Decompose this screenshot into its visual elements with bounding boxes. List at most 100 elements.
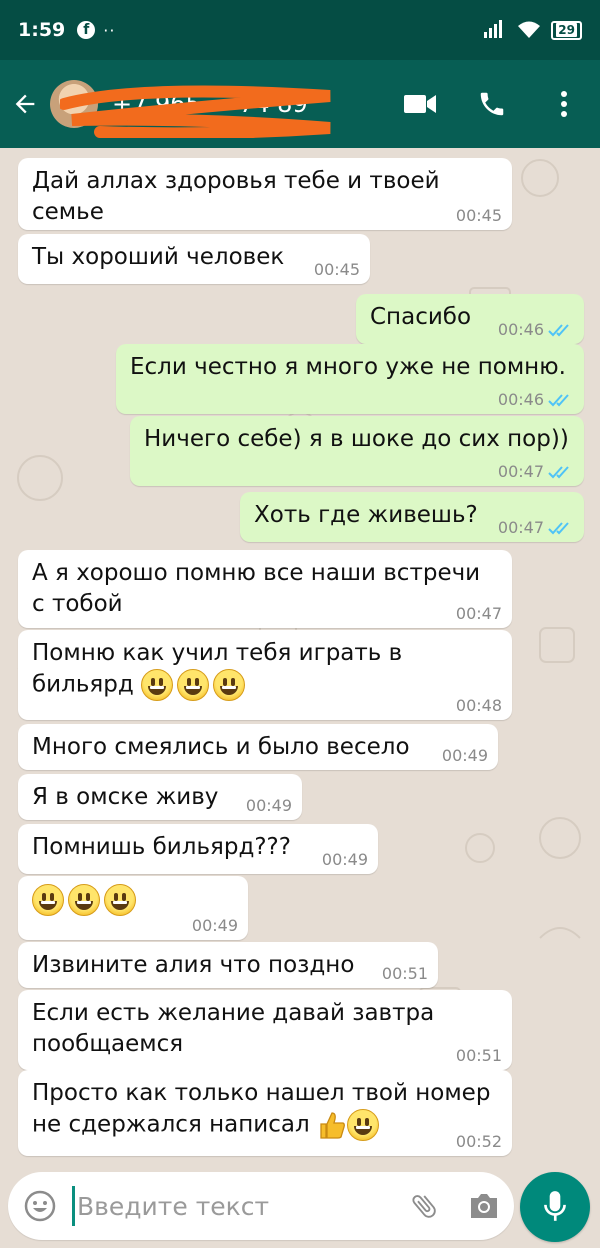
message-meta: 00:51 <box>382 966 428 982</box>
message-text: Помню как учил тебя играть в бильярд <box>32 638 498 701</box>
message-meta: 00:49 <box>442 748 488 764</box>
message-time: 00:48 <box>455 696 502 715</box>
notification-dots: ·· <box>103 20 116 40</box>
message-time: 00:47 <box>497 462 544 481</box>
signal-icon <box>484 20 503 38</box>
message-time: 00:46 <box>497 390 544 409</box>
message-input[interactable] <box>72 1186 394 1226</box>
message-text: Помнишь бильярд??? <box>32 834 291 860</box>
message-meta: 00:47 <box>498 520 574 536</box>
status-right: 29 <box>483 20 582 40</box>
message-text: Ничего себе) я в шоке до сих пор)) <box>144 426 569 452</box>
read-ticks-icon <box>548 394 569 407</box>
battery-icon: 29 <box>551 20 582 40</box>
message-meta: 00:51 <box>456 1048 502 1064</box>
message-meta: 00:45 <box>456 208 502 224</box>
message-text: Если есть желание давай завтра пообщаемс… <box>32 1000 435 1057</box>
phone-icon <box>480 92 504 116</box>
grinning-face-emoji <box>213 669 246 701</box>
input-bar <box>0 1168 600 1248</box>
message-meta: 00:45 <box>314 262 360 278</box>
incoming-message[interactable]: 00:49 <box>18 876 248 940</box>
paperclip-icon <box>412 1195 436 1218</box>
grinning-face-emoji <box>32 884 64 916</box>
grinning-face-emoji <box>141 669 174 701</box>
message-meta: 00:49 <box>322 852 368 868</box>
grinning-face-emoji <box>104 884 136 916</box>
back-button[interactable] <box>0 60 50 148</box>
message-meta: 00:52 <box>456 1134 502 1150</box>
message-meta: 00:48 <box>456 698 502 714</box>
video-call-button[interactable] <box>384 60 456 148</box>
status-bar: 1:59 f ·· 29 <box>0 0 600 60</box>
message-meta: 00:46 <box>498 392 574 408</box>
thumbs-up-emoji <box>320 1112 345 1139</box>
facebook-icon: f <box>77 21 96 39</box>
incoming-message[interactable]: Если есть желание давай завтра пообщаемс… <box>18 990 512 1070</box>
battery-level: 29 <box>556 22 577 37</box>
message-time: 00:49 <box>441 746 488 765</box>
outgoing-message[interactable]: Ничего себе) я в шоке до сих пор)) 00:47 <box>130 416 584 486</box>
attach-button[interactable] <box>394 1172 454 1240</box>
camera-icon <box>471 1194 497 1218</box>
camera-button[interactable] <box>454 1172 514 1240</box>
redaction-scribble <box>60 85 331 138</box>
more-vert-icon <box>561 91 567 117</box>
message-time: 00:49 <box>245 796 292 815</box>
incoming-message[interactable]: Помнишь бильярд??? 00:49 <box>18 824 378 874</box>
message-text: Ты хороший человек <box>32 244 285 270</box>
grinning-face-emoji <box>177 669 210 701</box>
message-text: Много смеялись и было весело <box>32 734 410 760</box>
outgoing-message[interactable]: Хоть где живешь? 00:47 <box>240 492 584 542</box>
message-text <box>32 884 234 916</box>
chat-area[interactable]: Дай аллах здоровья тебе и твоей семье 00:… <box>0 148 600 1168</box>
message-meta: 00:46 <box>498 322 574 338</box>
incoming-message[interactable]: Извините алия что поздно 00:51 <box>18 942 438 988</box>
message-text: А я хорошо помню все наши встречи с тобо… <box>32 560 481 617</box>
message-text: Извините алия что поздно <box>32 952 355 978</box>
message-time: 00:51 <box>381 964 428 983</box>
message-time: 00:47 <box>455 604 502 623</box>
header-actions <box>384 60 600 148</box>
message-time: 00:49 <box>191 916 238 935</box>
message-time: 00:47 <box>497 518 544 537</box>
arrow-back-icon <box>15 94 35 114</box>
read-ticks-icon <box>548 466 569 479</box>
status-time: 1:59 <box>18 19 66 41</box>
read-ticks-icon <box>548 324 569 337</box>
message-meta: 00:49 <box>246 798 292 814</box>
voice-call-button[interactable] <box>456 60 528 148</box>
microphone-icon <box>544 1191 566 1221</box>
message-time: 00:52 <box>455 1132 502 1151</box>
grinning-face-emoji <box>346 1109 379 1141</box>
compose-box <box>8 1172 514 1240</box>
message-meta: 00:49 <box>192 918 238 934</box>
emoji-icon <box>24 1190 56 1222</box>
incoming-message[interactable]: А я хорошо помню все наши встречи с тобо… <box>18 550 512 628</box>
incoming-message[interactable]: Просто как только нашел твой номер не сд… <box>18 1070 512 1156</box>
incoming-message[interactable]: Ты хороший человек 00:45 <box>18 234 370 284</box>
message-meta: 00:47 <box>456 606 502 622</box>
message-text: Просто как только нашел твой номер не сд… <box>32 1078 498 1141</box>
incoming-message[interactable]: Много смеялись и было весело 00:49 <box>18 724 498 770</box>
mic-button[interactable] <box>520 1172 590 1242</box>
more-options-button[interactable] <box>528 60 600 148</box>
message-time: 00:49 <box>321 850 368 869</box>
outgoing-message[interactable]: Если честно я много уже не помню. 00:46 <box>116 344 584 414</box>
message-text: Если честно я много уже не помню. <box>130 354 566 380</box>
message-time: 00:45 <box>455 206 502 225</box>
read-ticks-icon <box>548 522 569 535</box>
message-text: Дай аллах здоровья тебе и твоей семье <box>32 168 440 225</box>
emoji-button[interactable] <box>8 1172 72 1240</box>
incoming-message[interactable]: Я в омске живу 00:49 <box>18 774 302 820</box>
outgoing-message[interactable]: Спасибо 00:46 <box>356 294 584 344</box>
video-call-icon <box>404 95 436 113</box>
message-time: 00:45 <box>313 260 360 279</box>
grinning-face-emoji <box>68 884 100 916</box>
incoming-message[interactable]: Дай аллах здоровья тебе и твоей семье 00:… <box>18 158 512 230</box>
message-time: 00:51 <box>455 1046 502 1065</box>
message-meta: 00:47 <box>498 464 574 480</box>
wifi-icon <box>518 21 541 38</box>
message-time: 00:46 <box>497 320 544 339</box>
incoming-message[interactable]: Помню как учил тебя играть в бильярд 00:… <box>18 630 512 720</box>
